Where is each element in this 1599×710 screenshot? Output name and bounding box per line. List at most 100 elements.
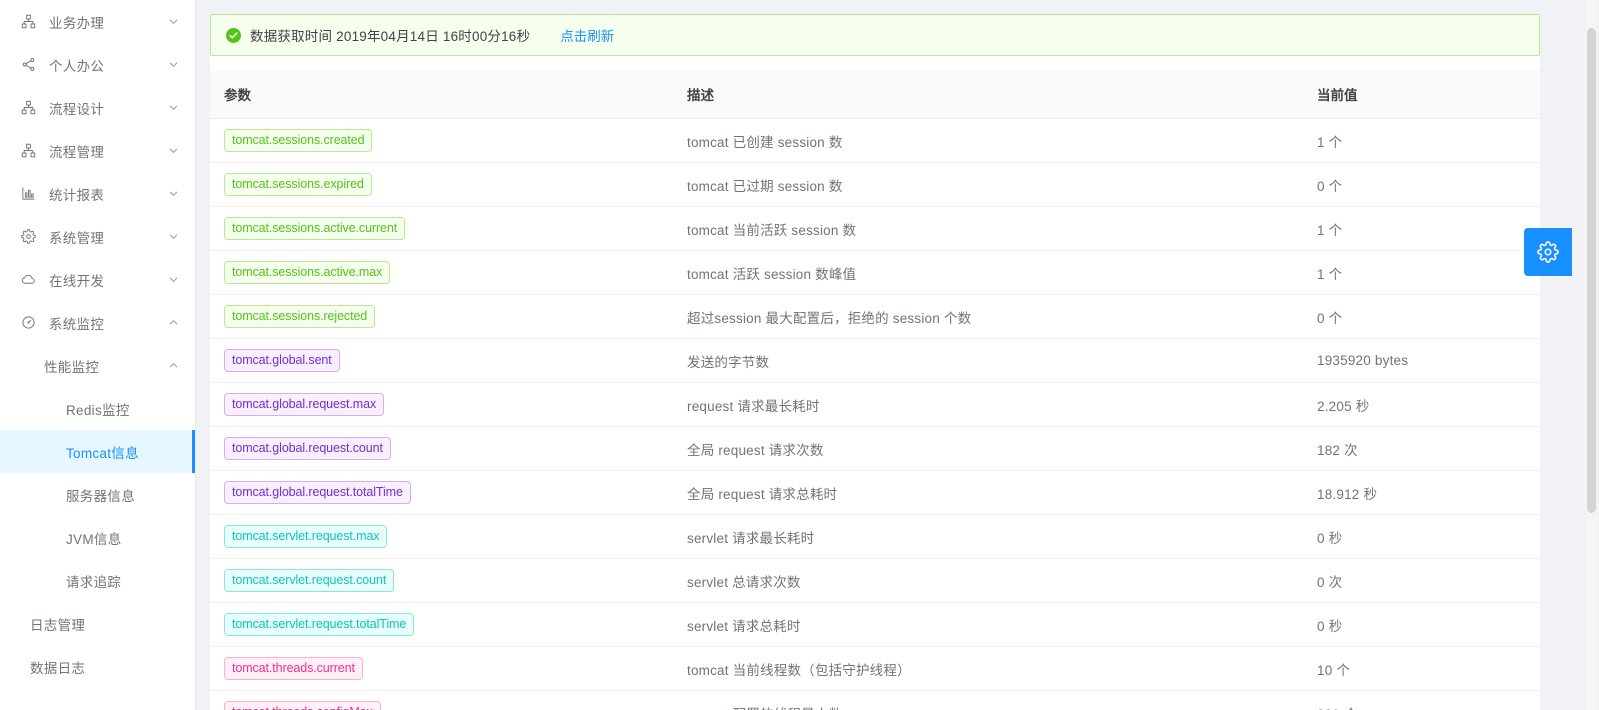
cell-description: servlet 总请求次数 [675,558,1305,603]
dashboard-icon [20,314,37,331]
sidebar-item-13[interactable]: 请求追踪 [0,559,195,602]
cell-param: tomcat.threads.configMax [210,690,675,710]
cell-value: 1935920 bytes [1305,338,1540,383]
chevron-down-icon[interactable] [167,274,179,286]
sidebar-item-14[interactable]: 日志管理 [0,602,195,645]
cell-value: 200 个 [1305,690,1540,710]
cell-value: 0 个 [1305,294,1540,339]
param-tag: tomcat.threads.current [224,657,363,680]
sidebar-item-label: 统计报表 [49,187,105,203]
share-alt-icon [20,56,37,73]
check-circle-icon [226,27,241,43]
table-row: tomcat.threads.current tomcat 当前线程数（包括守护线… [210,646,1540,691]
table-row: tomcat.global.request.totalTime 全局 reques… [210,470,1540,515]
cell-description: 全局 request 请求总耗时 [675,470,1305,515]
cell-description: tomcat 当前线程数（包括守护线程） [675,646,1305,691]
param-tag: tomcat.sessions.rejected [224,305,376,328]
sidebar-item-15[interactable]: 数据日志 [0,645,195,688]
chevron-up-icon[interactable] [167,317,179,329]
chevron-down-icon[interactable] [167,145,179,157]
sidebar-item-label: 日志管理 [30,617,86,633]
table-row: tomcat.sessions.active.current tomcat 当前活… [210,206,1540,251]
chevron-down-icon[interactable] [167,59,179,71]
apartment-icon [20,99,37,116]
chevron-down-icon[interactable] [167,231,179,243]
cell-param: tomcat.global.sent [210,338,675,383]
bar-chart-icon [20,185,37,202]
chevron-down-icon[interactable] [167,16,179,28]
param-tag: tomcat.servlet.request.max [224,525,388,548]
sidebar-item-0[interactable]: 业务办理 [0,0,195,43]
table-header-row: 参数 描述 当前值 [210,70,1540,119]
column-header-value: 当前值 [1305,70,1540,119]
sidebar-item-7[interactable]: 系统监控 [0,301,195,344]
refresh-link[interactable]: 点击刷新 [560,25,614,45]
cell-value: 1 个 [1305,250,1540,295]
page-scrollbar-track[interactable] [1586,0,1597,710]
sidebar-item-9[interactable]: Redis监控 [0,387,195,430]
sidebar-item-4[interactable]: 统计报表 [0,172,195,215]
chevron-down-icon[interactable] [167,188,179,200]
param-tag: tomcat.sessions.expired [224,173,372,196]
page-scrollbar-thumb[interactable] [1587,28,1596,513]
sidebar-item-label: 系统监控 [49,316,105,332]
table-row: tomcat.servlet.request.totalTime servlet … [210,602,1540,647]
settings-fab-button[interactable] [1524,228,1572,276]
cell-description: tomcat 活跃 session 数峰值 [675,250,1305,295]
content-card: 数据获取时间 2019年04月14日 16时00分16秒 点击刷新 参数 描述 … [210,14,1540,710]
cell-value: 1 个 [1305,206,1540,251]
param-tag: tomcat.sessions.active.max [224,261,391,284]
sidebar-item-label: Redis监控 [66,402,130,418]
sidebar-item-2[interactable]: 流程设计 [0,86,195,129]
param-tag: tomcat.servlet.request.count [224,569,395,592]
sidebar-item-12[interactable]: JVM信息 [0,516,195,559]
table-row: tomcat.global.request.count 全局 request 请求… [210,426,1540,471]
sidebar-item-label: 在线开发 [49,273,105,289]
table-row: tomcat.global.sent 发送的字节数 1935920 bytes [210,338,1540,383]
cell-param: tomcat.servlet.request.totalTime [210,602,675,647]
sidebar-item-label: 流程设计 [49,101,105,117]
table-row: tomcat.sessions.active.max tomcat 活跃 sess… [210,250,1540,295]
cell-description: 发送的字节数 [675,338,1305,383]
cell-param: tomcat.sessions.created [210,118,675,163]
cell-param: tomcat.sessions.active.current [210,206,675,251]
table-body: tomcat.sessions.created tomcat 已创建 sessio… [210,118,1540,710]
table-row: tomcat.threads.configMax tomcat 配置的线程最大数2… [210,690,1540,710]
sidebar-item-5[interactable]: 系统管理 [0,215,195,258]
sidebar-item-label: 数据日志 [30,660,86,676]
sidebar-item-label: 性能监控 [44,359,100,375]
chevron-down-icon[interactable] [167,102,179,114]
cell-param: tomcat.sessions.expired [210,162,675,207]
cell-value: 1 个 [1305,118,1540,163]
table-row: tomcat.global.request.max request 请求最长耗时 2… [210,382,1540,427]
cell-value: 10 个 [1305,646,1540,691]
cell-param: tomcat.threads.current [210,646,675,691]
cell-description: servlet 请求总耗时 [675,602,1305,647]
cell-value: 182 次 [1305,426,1540,471]
param-tag: tomcat.sessions.active.current [224,217,406,240]
tomcat-metrics-table: 参数 描述 当前值 tomcat.sessions.created tomcat … [210,70,1540,710]
sidebar-item-6[interactable]: 在线开发 [0,258,195,301]
cell-description: 全局 request 请求次数 [675,426,1305,471]
sidebar-item-3[interactable]: 流程管理 [0,129,195,172]
sidebar-item-11[interactable]: 服务器信息 [0,473,195,516]
chevron-up-icon[interactable] [167,360,179,372]
sidebar-item-label: 个人办公 [49,58,105,74]
sidebar-item-1[interactable]: 个人办公 [0,43,195,86]
sidebar-item-10[interactable]: Tomcat信息 [0,430,195,473]
cell-description: request 请求最长耗时 [675,382,1305,427]
sidebar-item-label: 服务器信息 [66,488,135,504]
sidebar-item-label: 系统管理 [49,230,105,246]
cell-param: tomcat.global.request.max [210,382,675,427]
cell-param: tomcat.sessions.active.max [210,250,675,295]
sidebar-item-label: Tomcat信息 [66,445,139,461]
app-root: 业务办理个人办公流程设计流程管理统计报表系统管理在线开发系统监控性能监控 Redi… [0,0,1599,710]
gear-icon [1537,241,1559,263]
sidebar-item-8[interactable]: 性能监控 [0,344,195,387]
table-head: 参数 描述 当前值 [210,70,1540,119]
sidebar-item-label: 业务办理 [49,15,105,31]
cell-param: tomcat.sessions.rejected [210,294,675,339]
table-row: tomcat.servlet.request.count servlet 总请求次… [210,558,1540,603]
apartment-icon [20,142,37,159]
param-tag: tomcat.threads.configMax [224,701,381,710]
